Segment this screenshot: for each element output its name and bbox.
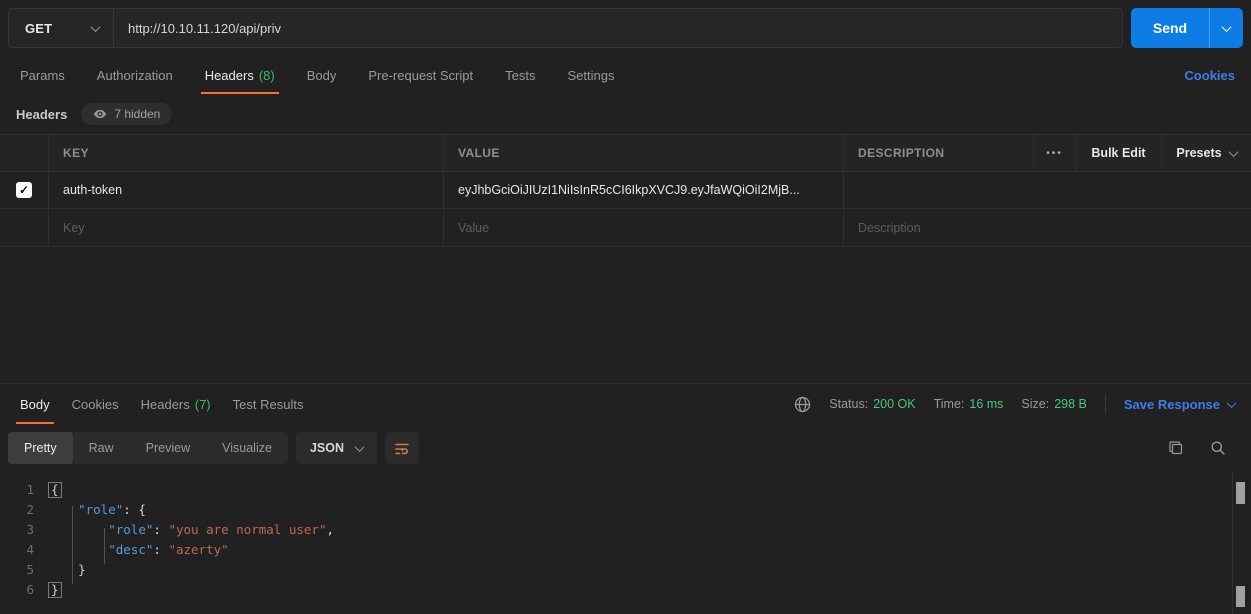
response-toolbar: Pretty Raw Preview Visualize JSON [0, 424, 1251, 472]
url-container: GET [8, 8, 1123, 48]
bulk-edit-button[interactable]: Bulk Edit [1075, 135, 1161, 171]
presets-dropdown[interactable]: Presets [1161, 135, 1251, 171]
hidden-headers-label: 7 hidden [114, 107, 160, 121]
new-value-input[interactable] [458, 221, 829, 235]
tab-pre-request-script[interactable]: Pre-request Script [364, 56, 477, 94]
hidden-headers-toggle[interactable]: 7 hidden [81, 103, 172, 125]
headers-table: KEY VALUE DESCRIPTION ••• Bulk Edit Pres… [0, 134, 1251, 247]
code-line: 1{ [0, 480, 1233, 500]
new-description-input[interactable] [858, 221, 1237, 235]
send-options-button[interactable] [1209, 8, 1243, 48]
size-indicator: Size: 298 B [1021, 397, 1086, 411]
line-number: 5 [0, 560, 48, 580]
request-tabs: Params Authorization Headers (8) Body Pr… [0, 56, 1251, 94]
response-section: Body Cookies Headers (7) Test Results St… [0, 383, 1251, 614]
row-checkbox-cell: ✓ [0, 172, 48, 208]
tab-authorization[interactable]: Authorization [93, 56, 177, 94]
chevron-down-icon [1228, 147, 1238, 157]
wrap-text-button[interactable] [385, 432, 419, 464]
column-key: KEY [48, 135, 443, 171]
wrap-text-icon [394, 441, 410, 455]
view-tab-visualize[interactable]: Visualize [206, 432, 288, 464]
chevron-down-icon [1222, 22, 1232, 32]
size-value: 298 B [1054, 397, 1087, 411]
eye-icon [93, 109, 107, 119]
response-tab-body[interactable]: Body [16, 384, 54, 424]
response-headers-count-badge: (7) [195, 397, 211, 412]
line-number: 4 [0, 540, 48, 560]
save-response-button[interactable]: Save Response [1124, 397, 1235, 412]
view-tab-preview[interactable]: Preview [130, 432, 206, 464]
table-placeholder-row [0, 209, 1251, 246]
format-select[interactable]: JSON [296, 432, 377, 464]
search-icon [1210, 440, 1226, 456]
request-bar: GET Send [0, 0, 1251, 56]
scrollbar-thumb[interactable] [1236, 482, 1245, 504]
send-label: Send [1131, 8, 1209, 48]
indent-guide [72, 506, 73, 584]
table-header-row: KEY VALUE DESCRIPTION ••• Bulk Edit Pres… [0, 135, 1251, 172]
code-lines: 1{2 "role": {3 "role": "you are normal u… [0, 480, 1233, 600]
response-tab-test-results[interactable]: Test Results [229, 384, 308, 424]
line-number: 1 [0, 480, 48, 500]
response-tab-headers[interactable]: Headers (7) [137, 384, 215, 424]
more-actions-icon[interactable]: ••• [1033, 135, 1075, 171]
method-label: GET [25, 21, 52, 36]
line-number: 6 [0, 580, 48, 600]
tab-headers[interactable]: Headers (8) [201, 56, 279, 94]
globe-icon[interactable] [794, 396, 811, 413]
time-indicator: Time: 16 ms [934, 397, 1004, 411]
indent-guide [104, 528, 105, 564]
table-row: ✓ auth-token eyJhbGciOiJIUzI1NiIsInR5cCI… [0, 172, 1251, 209]
cookies-link[interactable]: Cookies [1184, 68, 1235, 83]
code-line: 2 "role": { [0, 500, 1233, 520]
headers-count-badge: (8) [259, 68, 275, 83]
postman-window: GET Send Params Authorization Headers (8… [0, 0, 1251, 614]
column-description: DESCRIPTION [843, 135, 1033, 171]
line-number: 2 [0, 500, 48, 520]
header-key-value[interactable]: auth-token [48, 172, 443, 208]
status-value: 200 OK [873, 397, 915, 411]
send-button[interactable]: Send [1131, 8, 1243, 48]
line-number: 3 [0, 520, 48, 540]
tab-params[interactable]: Params [16, 56, 69, 94]
code-line: 4 "desc": "azerty" [0, 540, 1233, 560]
copy-button[interactable] [1159, 432, 1193, 464]
response-tab-cookies[interactable]: Cookies [68, 384, 123, 424]
response-header: Body Cookies Headers (7) Test Results St… [0, 384, 1251, 424]
code-line: 5 } [0, 560, 1233, 580]
response-body-viewer[interactable]: 1{2 "role": {3 "role": "you are normal u… [0, 472, 1233, 614]
select-all-cell [0, 135, 48, 171]
header-description-value[interactable] [843, 172, 1251, 208]
response-meta: Status: 200 OK Time: 16 ms Size: 298 B S… [794, 395, 1235, 413]
status-indicator: Status: 200 OK [829, 397, 915, 411]
headers-section-title: Headers [16, 107, 67, 122]
tab-tests[interactable]: Tests [501, 56, 539, 94]
tab-body[interactable]: Body [303, 56, 341, 94]
chevron-down-icon [91, 22, 101, 32]
view-tab-pretty[interactable]: Pretty [8, 432, 73, 464]
view-mode-switcher: Pretty Raw Preview Visualize [8, 432, 288, 464]
row-checkbox[interactable]: ✓ [16, 182, 32, 198]
chevron-down-icon [355, 442, 365, 452]
search-button[interactable] [1201, 432, 1235, 464]
url-input[interactable] [114, 9, 1122, 47]
time-value: 16 ms [969, 397, 1003, 411]
header-value-value[interactable]: eyJhbGciOiJIUzI1NiIsInR5cCI6IkpXVCJ9.eyJ… [443, 172, 843, 208]
headers-section-header: Headers 7 hidden [0, 94, 1251, 134]
view-tab-raw[interactable]: Raw [73, 432, 130, 464]
column-value: VALUE [443, 135, 843, 171]
row-checkbox-cell [0, 209, 48, 246]
scrollbar-thumb[interactable] [1236, 586, 1245, 607]
new-key-input[interactable] [63, 221, 429, 235]
scrollbar-track [1232, 472, 1233, 614]
method-select[interactable]: GET [9, 9, 114, 47]
chevron-down-icon [1227, 398, 1237, 408]
code-line: 6} [0, 580, 1233, 600]
tab-settings[interactable]: Settings [563, 56, 618, 94]
code-line: 3 "role": "you are normal user", [0, 520, 1233, 540]
copy-icon [1168, 440, 1184, 456]
